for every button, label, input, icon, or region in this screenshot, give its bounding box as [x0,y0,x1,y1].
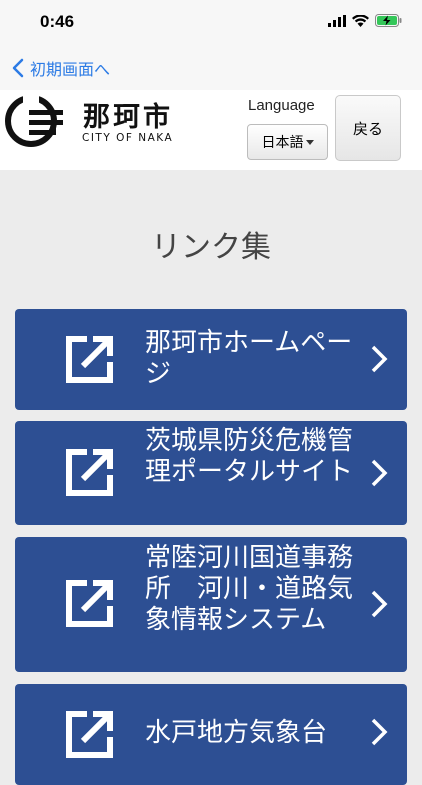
chevron-left-icon [12,58,24,78]
caret-down-icon [305,139,314,145]
external-link-icon [66,336,113,383]
wifi-icon [352,14,369,27]
navigation-bar: 初期画面へ [0,46,422,91]
back-button[interactable]: 戻る [335,95,401,161]
external-link-icon [66,449,113,496]
external-link-icon [66,580,113,627]
back-to-initial-link[interactable]: 初期画面へ [12,56,110,80]
link-button-mito-weather-observatory[interactable]: 水戸地方気象台 [15,684,407,785]
link-label: 常陸河川国道事務所 河川・道路気象情報システム [145,543,354,635]
status-bar: 0:46 [0,0,422,46]
battery-charging-icon [375,14,402,27]
chevron-right-icon [371,459,388,487]
signal-icon [328,14,346,27]
link-label: 茨城県防災危機管理ポータルサイト [145,426,354,487]
link-label: 水戸地方気象台 [145,718,328,748]
link-button-hitachi-river-road-office[interactable]: 常陸河川国道事務所 河川・道路気象情報システム [15,537,407,672]
link-button-naka-city-homepage[interactable]: 那珂市ホームページ [15,309,407,410]
language-value: 日本語 [261,135,304,151]
logo-subtitle: CITY OF NAKA [82,132,173,144]
back-to-initial-label: 初期画面へ [30,60,111,79]
language-select[interactable]: 日本語 [247,124,328,160]
chevron-right-icon [371,718,388,746]
city-logo: 那珂市 CITY OF NAKA [5,94,173,147]
chevron-right-icon [371,590,388,618]
chevron-right-icon [371,345,388,373]
page-title: リンク集 [151,230,271,265]
link-button-ibaraki-disaster-portal[interactable]: 茨城県防災危機管理ポータルサイト [15,421,407,525]
link-label: 那珂市ホームページ [145,328,353,389]
app-header: 那珂市 CITY OF NAKA Language 日本語 戻る [0,90,422,170]
external-link-icon [66,711,113,758]
status-time: 0:46 [40,12,75,31]
language-label: Language [248,97,315,114]
back-button-label: 戻る [352,119,383,138]
logo-kanji: 那珂市 [83,101,173,133]
status-icons [328,14,402,27]
